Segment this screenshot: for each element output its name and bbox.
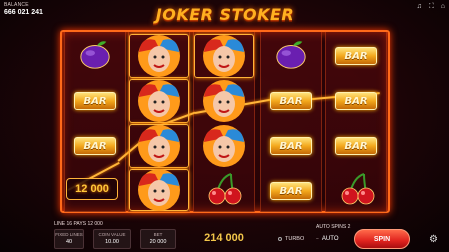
joker-icon: [138, 35, 180, 77]
spin-button[interactable]: SPIN: [354, 229, 410, 249]
line-win-info: LINE 16 PAYS 12 000: [54, 221, 103, 227]
win-amount-badge: 12 000: [66, 178, 118, 200]
top-icons: ♫ ⛶ ⌂: [417, 3, 445, 10]
turbo-radio-icon: [278, 236, 282, 241]
bar-symbol: BAR: [329, 82, 383, 120]
joker-icon: [138, 169, 180, 211]
home-icon[interactable]: ⌂: [441, 3, 445, 10]
minus-icon[interactable]: −: [316, 236, 319, 242]
plum-icon: [276, 41, 306, 69]
joker-symbol: [131, 80, 187, 122]
joker-icon: [203, 35, 245, 77]
plum-symbol: [68, 35, 122, 73]
plum-icon: [80, 41, 110, 69]
sound-icon[interactable]: ♫: [417, 3, 422, 10]
bar-symbol: BAR: [264, 172, 318, 210]
auto-control[interactable]: − AUTO: [316, 233, 346, 245]
joker-symbol: [196, 80, 252, 122]
joker-symbol: [131, 35, 187, 77]
bar-symbol: BAR: [264, 127, 318, 165]
fixed-lines-control: FIXED LINES 40: [54, 229, 84, 249]
turbo-toggle[interactable]: TURBO: [278, 236, 304, 242]
bar-symbol: BAR: [68, 82, 122, 120]
joker-symbol: [196, 35, 252, 77]
plum-symbol: [264, 35, 318, 73]
joker-symbol: [131, 169, 187, 211]
joker-icon: [138, 125, 180, 167]
bar-symbol: BAR: [264, 82, 318, 120]
cherry-icon: [208, 173, 242, 205]
joker-icon: [138, 80, 180, 122]
gear-icon[interactable]: ⚙: [429, 234, 438, 245]
cherry-symbol: [198, 170, 252, 208]
balance-label: BALANCE: [4, 2, 29, 8]
bet-control[interactable]: BET 20 000: [140, 229, 176, 249]
auto-spins-label: AUTO SPINS 2: [316, 224, 351, 230]
cherry-icon: [341, 173, 375, 205]
bar-symbol: BAR: [329, 37, 383, 75]
joker-icon: [203, 125, 245, 167]
fullscreen-icon[interactable]: ⛶: [429, 3, 434, 10]
coin-value-control[interactable]: COIN VALUE 10.00: [93, 229, 131, 249]
game-logo: JOKER STOKER: [155, 5, 295, 24]
bar-symbol: BAR: [68, 127, 122, 165]
joker-symbol: [196, 125, 252, 167]
joker-symbol: [131, 125, 187, 167]
joker-icon: [203, 80, 245, 122]
bar-symbol: BAR: [329, 127, 383, 165]
balance-value: 666 021 241: [4, 9, 43, 16]
total-win: 214 000: [204, 232, 244, 244]
cherry-symbol: [331, 170, 385, 208]
